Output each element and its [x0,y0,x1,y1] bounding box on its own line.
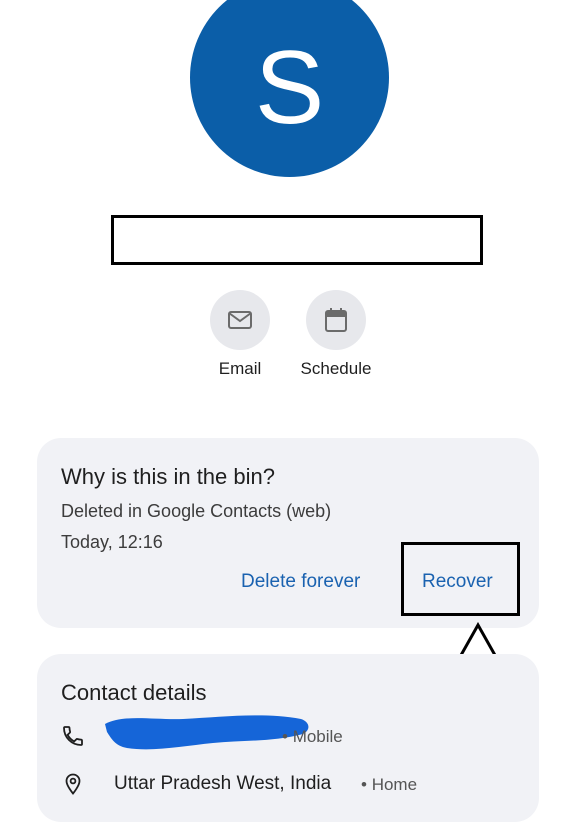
email-button[interactable]: Email [190,290,290,379]
phone-icon [63,726,83,746]
delete-forever-button[interactable]: Delete forever [241,571,360,593]
calendar-icon [325,308,347,332]
avatar-letter: S [254,29,325,146]
contact-details-card: Contact details • Mobile Uttar Pradesh W… [37,654,539,822]
address-type: • Home [361,775,418,794]
phone-row[interactable]: • Mobile [37,715,539,752]
bin-card-title: Why is this in the bin? [61,464,275,489]
schedule-label: Schedule [300,359,372,378]
deletion-time: Today, 12:16 [61,532,163,552]
address-type-label: Home [371,775,418,794]
schedule-icon-circle[interactable] [306,290,366,350]
mail-icon [228,311,252,329]
contact-name-redacted [111,215,483,265]
schedule-button[interactable]: Schedule [286,290,386,379]
location-pin-icon [65,773,81,795]
recover-highlight-box [401,542,520,616]
avatar: S [190,0,389,177]
address-row[interactable]: Uttar Pradesh West, India • Home [37,768,539,800]
contact-page: S Email Schedule Why is this in the bin?… [0,0,576,832]
address-value: Uttar Pradesh West, India [114,773,332,794]
phone-type-label: Mobile [292,727,343,746]
email-icon-circle[interactable] [210,290,270,350]
phone-type: • Mobile [282,727,343,746]
contact-details-title: Contact details [61,680,207,705]
email-label: Email [218,359,262,378]
deletion-reason: Deleted in Google Contacts (web) [61,501,332,521]
